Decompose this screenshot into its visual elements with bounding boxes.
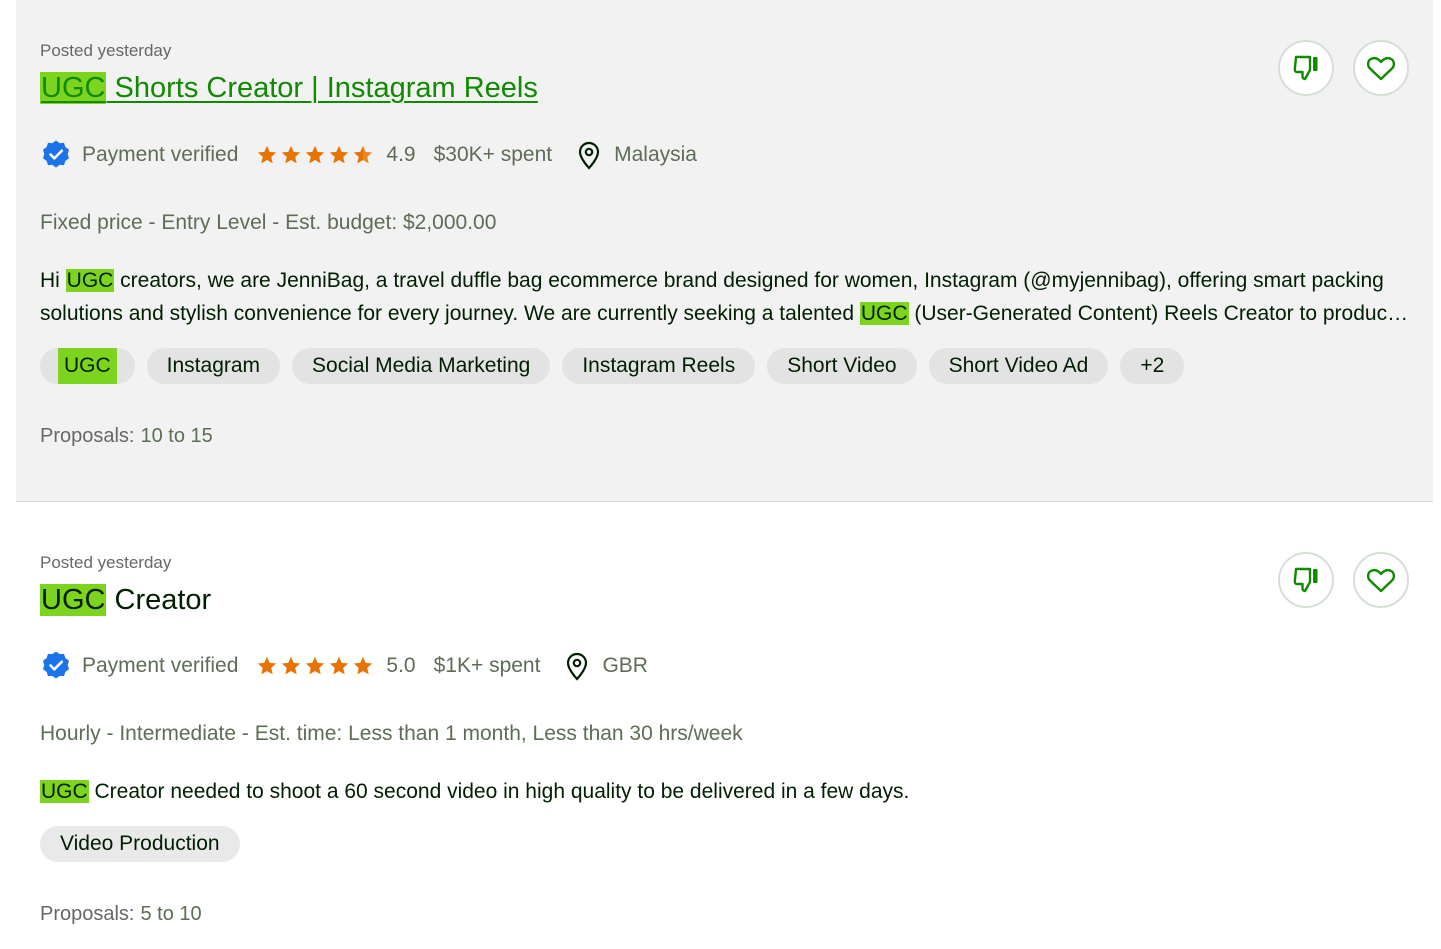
- verified-badge-icon: [40, 139, 72, 171]
- job-description[interactable]: UGC Creator needed to shoot a 60 second …: [40, 775, 1409, 808]
- dislike-button[interactable]: [1278, 40, 1334, 96]
- job-description[interactable]: Hi UGC creators, we are JenniBag, a trav…: [40, 264, 1409, 330]
- thumbs-down-icon: [1293, 55, 1318, 81]
- proposals-label: Proposals:: [40, 425, 135, 447]
- client-info: Payment verified 4.9 $30K+ spent Malaysi…: [40, 139, 697, 171]
- star-icon: [306, 656, 325, 675]
- job-card[interactable]: Posted yesterday UGC Shorts Creator | In…: [16, 0, 1433, 502]
- desc-text: Hi: [40, 269, 66, 292]
- proposals-count: Proposals: 10 to 15: [40, 425, 213, 448]
- search-highlight: UGC: [65, 269, 115, 292]
- skill-tag[interactable]: Video Production: [40, 826, 240, 862]
- star-half-icon: [354, 145, 373, 164]
- job-title-link[interactable]: UGC Creator: [40, 584, 211, 617]
- payment-verified-label: Payment verified: [82, 143, 239, 166]
- skill-tag[interactable]: Instagram Reels: [562, 348, 756, 384]
- star-icon: [330, 145, 349, 164]
- star-icon: [282, 145, 301, 164]
- proposals-label: Proposals:: [40, 903, 135, 925]
- rating-score: 4.9: [386, 143, 416, 166]
- star-icon: [354, 656, 373, 675]
- save-job-button[interactable]: [1353, 40, 1409, 96]
- star-icon: [306, 145, 325, 164]
- search-highlight: UGC: [859, 302, 909, 325]
- proposals-value: 5 to 10: [140, 903, 202, 925]
- heart-icon: [1366, 56, 1396, 81]
- payment-verified-label: Payment verified: [82, 654, 239, 677]
- posted-time: Posted yesterday: [40, 553, 172, 572]
- save-job-button[interactable]: [1353, 552, 1409, 608]
- job-title-text: Creator: [106, 584, 212, 616]
- posted-time: Posted yesterday: [40, 41, 172, 60]
- star-icon: [258, 656, 277, 675]
- rating-stars: [256, 144, 374, 166]
- skill-tag[interactable]: Social Media Marketing: [292, 348, 551, 384]
- job-title-link[interactable]: UGC Shorts Creator | Instagram Reels: [40, 72, 538, 105]
- verified-badge-icon: [40, 650, 72, 682]
- client-spent: $30K+ spent: [433, 143, 553, 166]
- search-highlight: UGC: [40, 584, 107, 616]
- rating-score: 5.0: [386, 654, 416, 677]
- location-pin-icon: [564, 651, 590, 681]
- thumbs-down-icon: [1293, 567, 1318, 593]
- job-type-meta: Hourly - Intermediate - Est. time: Less …: [40, 722, 743, 745]
- job-title-text: Shorts Creator | Instagram Reels: [106, 72, 538, 104]
- client-location: Malaysia: [614, 143, 697, 166]
- star-icon: [330, 656, 349, 675]
- skill-tag-label: UGC: [58, 348, 117, 384]
- proposals-count: Proposals: 5 to 10: [40, 903, 202, 926]
- rating-stars: [256, 655, 374, 677]
- heart-icon: [1366, 568, 1396, 593]
- skill-tag[interactable]: Instagram: [146, 348, 281, 384]
- skill-tag[interactable]: Short Video Ad: [928, 348, 1109, 384]
- client-location: GBR: [602, 654, 648, 677]
- skill-tags: Video Production: [40, 826, 240, 862]
- skill-tags: UGC Instagram Social Media Marketing Ins…: [40, 348, 1185, 384]
- job-type-meta: Fixed price - Entry Level - Est. budget:…: [40, 211, 497, 234]
- search-highlight: UGC: [40, 780, 89, 803]
- star-icon: [282, 656, 301, 675]
- star-icon: [258, 145, 277, 164]
- skill-tag[interactable]: UGC: [40, 348, 135, 384]
- more-tags-button[interactable]: +2: [1120, 348, 1185, 384]
- client-spent: $1K+ spent: [433, 654, 541, 677]
- skill-tag[interactable]: Short Video: [767, 348, 917, 384]
- location-pin-icon: [576, 140, 602, 170]
- search-highlight: UGC: [40, 72, 107, 104]
- job-card[interactable]: Posted yesterday UGC Creator Payment ver…: [16, 502, 1433, 949]
- proposals-value: 10 to 15: [140, 425, 213, 447]
- client-info: Payment verified 5.0 $1K+ spent GBR: [40, 650, 648, 682]
- dislike-button[interactable]: [1278, 552, 1334, 608]
- desc-text: Creator needed to shoot a 60 second vide…: [88, 780, 910, 803]
